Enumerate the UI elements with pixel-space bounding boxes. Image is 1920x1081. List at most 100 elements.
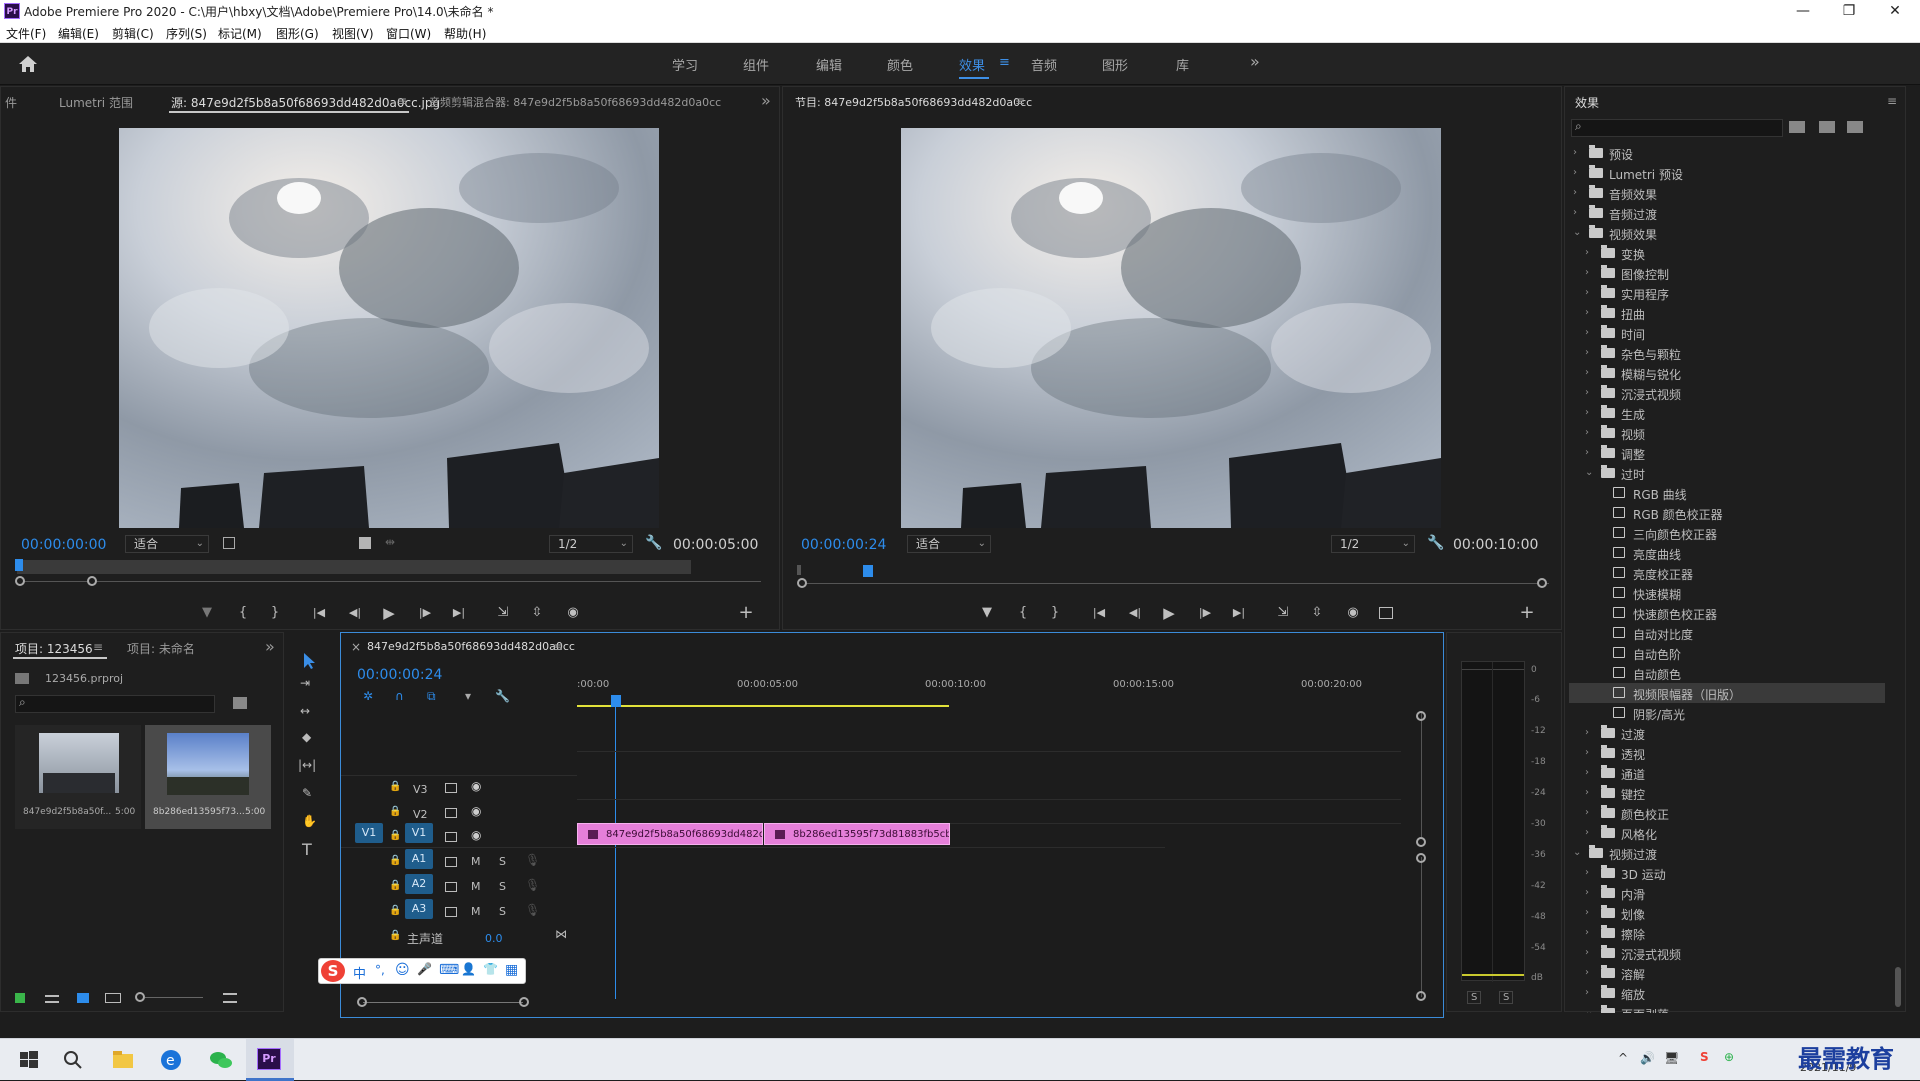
mark-out-button[interactable]: } (265, 603, 285, 623)
tab-source-menu-icon[interactable]: ≡ (397, 94, 407, 108)
program-timecode[interactable]: 00:00:00:24 (801, 537, 886, 553)
film-sync-icon[interactable] (445, 857, 457, 867)
chevron-right-icon[interactable]: › (1585, 343, 1597, 363)
extract-button[interactable]: ⇳ (1307, 603, 1327, 623)
zoom-handle-left[interactable] (797, 578, 807, 588)
tab-program[interactable]: 节目: 847e9d2f5b8a50f68693dd482d0a0cc (795, 94, 1032, 110)
chevron-down-icon[interactable]: ⌄ (1573, 223, 1585, 243)
play-button[interactable]: ▶ (1159, 603, 1179, 623)
chevron-right-icon[interactable]: › (1585, 943, 1597, 963)
mark-in-button[interactable]: { (233, 603, 253, 623)
lock-icon[interactable]: 🔒 (389, 880, 401, 891)
effect-folder[interactable]: › 预设 (1569, 143, 1885, 163)
effect-folder[interactable]: › 时间 (1569, 323, 1885, 343)
wrench-icon[interactable]: 🔧 (645, 535, 662, 551)
effect-folder[interactable]: › 调整 (1569, 443, 1885, 463)
effect-folder[interactable]: › 音频效果 (1569, 183, 1885, 203)
ripple-edit-tool-icon[interactable]: ↔ (300, 704, 310, 718)
effect-folder[interactable]: ⌄ 视频效果 (1569, 223, 1885, 243)
tab-project-123456[interactable]: 项目: 123456 (15, 640, 93, 657)
timeline-timecode[interactable]: 00:00:00:24 (357, 667, 442, 683)
effect-folder[interactable]: › 模糊与锐化 (1569, 363, 1885, 383)
security-tray-icon[interactable]: ⊕ (1724, 1050, 1734, 1064)
wrench-icon[interactable]: 🔧 (1427, 535, 1444, 551)
safe-margins-icon[interactable] (223, 537, 235, 549)
mark-out-button[interactable]: } (1045, 603, 1065, 623)
effect-folder[interactable]: › 沉浸式视频 (1569, 943, 1885, 963)
more-workspaces-icon[interactable]: » (1250, 52, 1260, 71)
solo-button[interactable]: S (499, 880, 506, 893)
effect-folder[interactable]: › 扭曲 (1569, 303, 1885, 323)
effect-folder[interactable]: › 内滑 (1569, 883, 1885, 903)
workspace-color[interactable]: 颜色 (887, 55, 913, 74)
effect-item[interactable]: 自动色阶 (1569, 643, 1885, 663)
microphone-icon[interactable]: 🎙 (525, 903, 540, 917)
export-frame-button[interactable]: ◉ (1343, 603, 1363, 623)
project-search-input[interactable] (15, 695, 215, 713)
effects-panel-menu-icon[interactable]: ≡ (1887, 94, 1897, 108)
effect-folder[interactable]: › 沉浸式视频 (1569, 383, 1885, 403)
workspace-assembly[interactable]: 组件 (743, 55, 769, 74)
ime-voice-icon[interactable]: 🎤 (417, 962, 432, 976)
effect-folder[interactable]: › 划像 (1569, 903, 1885, 923)
program-add-button[interactable]: + (1517, 603, 1537, 623)
work-area-bar[interactable] (577, 705, 949, 707)
chevron-right-icon[interactable]: › (1585, 863, 1597, 883)
step-back-button[interactable]: ◀| (1125, 603, 1145, 623)
ime-punctuation-icon[interactable]: °, (375, 963, 385, 977)
ime-skin-icon[interactable]: 👕 (483, 962, 498, 976)
effect-item[interactable]: 亮度曲线 (1569, 543, 1885, 563)
eye-icon[interactable]: ◉ (471, 828, 481, 842)
workspace-graphics[interactable]: 图形 (1102, 55, 1128, 74)
lock-icon[interactable] (15, 993, 25, 1003)
effect-item[interactable]: 亮度校正器 (1569, 563, 1885, 583)
tab-project-untitled[interactable]: 项目: 未命名 (127, 640, 195, 657)
tab-audio-clip-mixer[interactable]: 音频剪辑混合器: 847e9d2f5b8a50f68693dd482d0a0cc (429, 94, 721, 110)
track-select-tool-icon[interactable]: ⇥ (300, 676, 310, 690)
tab-program-menu-icon[interactable]: ≡ (1015, 94, 1025, 108)
ime-chinese-mode[interactable]: 中 (353, 963, 366, 982)
settings-icon[interactable] (359, 537, 371, 549)
menu-sequence[interactable]: 序列(S) (166, 25, 207, 42)
chevron-right-icon[interactable]: › (1585, 983, 1597, 1003)
effect-folder[interactable]: › 溶解 (1569, 963, 1885, 983)
chevron-right-icon[interactable]: › (1585, 763, 1597, 783)
timeline-clip[interactable]: 847e9d2f5b8a50f68693dd482d0a0cc.j (577, 823, 763, 845)
effect-folder[interactable]: ⌄ 过时 (1569, 463, 1885, 483)
overwrite-button[interactable]: ⇳ (527, 603, 547, 623)
icon-view-icon[interactable] (77, 993, 89, 1003)
effect-item[interactable]: 视频限幅器（旧版） (1569, 683, 1885, 703)
chevron-right-icon[interactable]: › (1585, 383, 1597, 403)
ime-emoji-icon[interactable]: ☺ (395, 962, 410, 978)
step-back-button[interactable]: ◀| (345, 603, 365, 623)
effect-folder[interactable]: › 杂色与颗粒 (1569, 343, 1885, 363)
new-bin-icon[interactable] (233, 697, 247, 709)
lock-icon[interactable]: 🔒 (389, 855, 401, 866)
panel-overflow-icon[interactable]: » (761, 91, 771, 110)
effect-item[interactable]: 阴影/高光 (1569, 703, 1885, 723)
chevron-right-icon[interactable]: › (1585, 363, 1597, 383)
chevron-right-icon[interactable]: › (1585, 903, 1597, 923)
lock-icon[interactable]: 🔒 (389, 905, 401, 916)
mark-in-button[interactable]: { (1013, 603, 1033, 623)
effect-item[interactable]: RGB 曲线 (1569, 483, 1885, 503)
mute-button[interactable]: M (471, 905, 481, 918)
go-to-out-button[interactable]: ▶| (1229, 603, 1249, 623)
menu-marker[interactable]: 标记(M) (218, 25, 262, 42)
tray-overflow-icon[interactable]: ^ (1618, 1051, 1628, 1065)
menu-view[interactable]: 视图(V) (332, 25, 374, 42)
microphone-icon[interactable]: 🎙 (525, 878, 540, 892)
chevron-right-icon[interactable]: › (1585, 323, 1597, 343)
menu-window[interactable]: 窗口(W) (386, 25, 431, 42)
zoom-handle-left[interactable] (15, 576, 25, 586)
chevron-right-icon[interactable]: › (1585, 723, 1597, 743)
source-add-button[interactable]: + (736, 603, 756, 623)
menu-clip[interactable]: 剪辑(C) (112, 25, 154, 42)
tab-lumetri-scopes[interactable]: Lumetri 范围 (59, 94, 133, 111)
go-to-in-button[interactable]: |◀ (1089, 603, 1109, 623)
master-volume-value[interactable]: 0.0 (485, 932, 503, 945)
workspace-audio[interactable]: 音频 (1031, 55, 1057, 74)
mute-button[interactable]: M (471, 880, 481, 893)
effect-folder[interactable]: › 图像控制 (1569, 263, 1885, 283)
effect-folder[interactable]: › 3D 运动 (1569, 863, 1885, 883)
